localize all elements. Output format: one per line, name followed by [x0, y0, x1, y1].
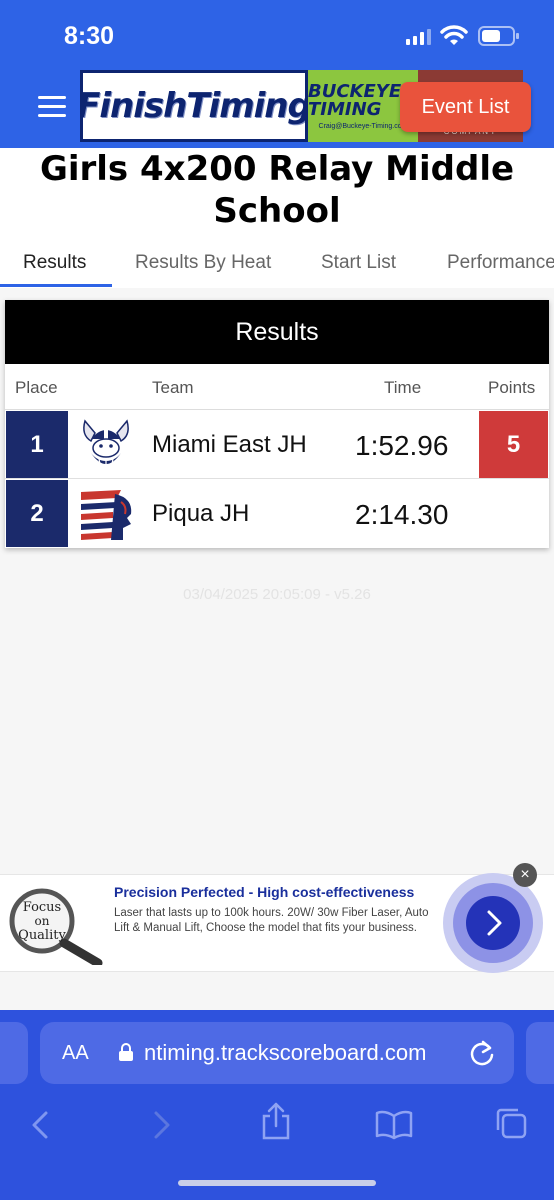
results-heading: Results	[5, 300, 549, 364]
cellular-signal-icon	[406, 29, 432, 50]
points-cell: 5	[479, 411, 548, 478]
ad-magnifier-image: Focus on Quality	[6, 885, 104, 968]
status-bar: 8:30	[0, 0, 554, 70]
ad-image-text-1: Focus	[23, 900, 61, 915]
tab-results-by-heat[interactable]: Results By Heat	[135, 252, 271, 274]
url-text[interactable]: ntiming.trackscoreboard.com	[144, 1040, 426, 1066]
ad-go-button[interactable]	[442, 872, 544, 974]
table-row[interactable]: 2 Piqua JH 2:14.30	[5, 479, 549, 548]
ad-close-button[interactable]: ×	[513, 863, 537, 887]
indian-head-logo-icon	[77, 484, 135, 542]
team-name: Miami East JH	[152, 431, 307, 458]
status-time: 8:30	[64, 22, 115, 50]
wifi-icon	[440, 25, 468, 52]
event-list-button[interactable]: Event List	[400, 82, 531, 132]
lock-icon	[118, 1042, 134, 1067]
active-tab-indicator	[0, 284, 112, 287]
share-icon[interactable]	[260, 1102, 292, 1145]
ad-body: Laser that lasts up to 100k hours. 20W/ …	[114, 907, 429, 934]
table-row[interactable]: 1 Miami East JH 1:52.96 5	[5, 410, 549, 479]
battery-icon	[478, 26, 520, 51]
finishtiming-logo[interactable]: FinishTiming	[80, 70, 308, 142]
reload-icon[interactable]	[468, 1038, 496, 1073]
result-time: 1:52.96	[355, 430, 449, 461]
col-points: Points	[488, 378, 536, 397]
home-indicator[interactable]	[178, 1180, 376, 1186]
page-settings-button[interactable]: AA	[62, 1042, 89, 1065]
next-tab-preview[interactable]	[526, 1022, 554, 1084]
forward-icon[interactable]	[150, 1110, 172, 1145]
bookmarks-icon[interactable]	[375, 1110, 413, 1145]
address-bar[interactable]: AA ntiming.trackscoreboard.com	[40, 1022, 514, 1084]
team-name: Piqua JH	[152, 500, 250, 527]
ad-image-text-3: Quality	[18, 928, 66, 943]
tabs-icon[interactable]	[494, 1106, 528, 1145]
viking-logo-icon	[77, 415, 135, 473]
ad-title[interactable]: Precision Perfected - High cost-effectiv…	[114, 884, 414, 900]
place-cell: 1	[6, 411, 68, 478]
results-card: Results Place Team Time Points 1 Miami E…	[5, 300, 549, 548]
tab-bar: Results Results By Heat Start List Perfo…	[0, 238, 554, 288]
col-place: Place	[15, 378, 58, 397]
col-team: Team	[152, 378, 194, 397]
col-time: Time	[384, 378, 422, 397]
footer-timestamp: 03/04/2025 20:05:09 - v5.26	[183, 586, 371, 603]
browser-toolbar: AA ntiming.trackscoreboard.com	[0, 1010, 554, 1200]
place-cell: 2	[6, 480, 68, 547]
page-title: Girls 4x200 Relay Middle School	[0, 148, 554, 238]
previous-tab-preview[interactable]	[0, 1022, 28, 1084]
ad-image-text-2: on	[35, 914, 50, 928]
result-time: 2:14.30	[355, 499, 449, 530]
back-icon[interactable]	[30, 1110, 52, 1145]
results-column-headers: Place Team Time Points	[5, 364, 549, 410]
tab-start-list[interactable]: Start List	[321, 252, 396, 274]
menu-icon[interactable]	[38, 96, 66, 118]
tab-results[interactable]: Results	[23, 252, 86, 274]
tab-performance[interactable]: Performance	[447, 252, 554, 274]
